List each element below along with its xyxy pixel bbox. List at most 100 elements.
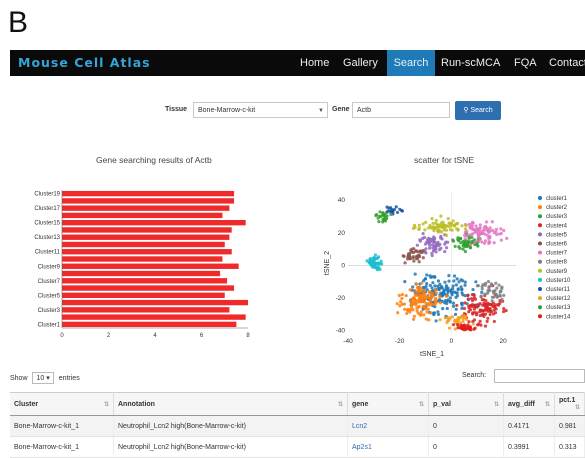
scatter-point [479,323,483,327]
nav-gallery[interactable]: Gallery [337,50,384,76]
scatter-point [463,283,467,287]
scatter-point [490,220,494,224]
scatter-point [500,285,504,289]
search-button[interactable]: ⚲ Search [455,101,501,120]
scatter-point [494,227,499,231]
scatter-point [492,291,496,295]
legend-label: cluster9 [546,269,568,275]
scatter-point [470,239,474,243]
chevron-down-icon: ▾ [46,375,50,382]
scatter-point [483,292,487,296]
x-tick-label: 2 [107,333,111,339]
tissue-select[interactable]: Bone-Marrow-c-kit ▼ [193,102,328,118]
scatter-point [446,316,450,320]
scatter-point [423,297,427,301]
scatter-point [440,286,444,290]
legend-marker [538,241,542,246]
column-header-gene[interactable]: gene ⇅ [347,392,429,416]
scatter-point [481,283,485,287]
scatter-point [484,220,489,224]
cell-pct1: 0.981 [554,415,585,437]
scatter-point [463,280,467,284]
scatter-point [423,242,428,246]
scatter-point [466,297,470,301]
scatter-point [424,284,428,288]
scatter-point [426,294,430,298]
column-header-p-val[interactable]: p_val ⇅ [428,392,504,416]
scatter-point [409,303,413,307]
table-search-input[interactable] [494,369,585,383]
column-header-cluster[interactable]: Cluster ⇅ [10,392,114,416]
column-header-annotation[interactable]: Annotation ⇅ [113,392,348,416]
column-header-pct1[interactable]: pct.1 ⇅ [554,392,585,416]
cell-avg-diff: 0.4171 [503,415,555,437]
scatter-point [438,294,442,299]
legend-marker [538,232,542,237]
column-header-avg-diff[interactable]: avg_diff ⇅ [503,392,555,416]
scatter-point [430,237,435,241]
scatter-point [407,254,412,258]
scatter-point [415,243,419,247]
cell-annotation: Neutrophil_Lcn2 high(Bone-Marrow-c-kit) [113,436,348,458]
scatter-point [487,302,491,306]
bar [62,190,235,197]
scatter-point [459,241,463,245]
scatter-point [468,242,472,246]
legend-label: cluster14 [546,314,571,320]
scatter-point [505,236,509,241]
nav-search[interactable]: Search [387,50,435,76]
scatter-point [450,228,454,232]
scatter-point [442,223,446,227]
y-tick-label: Cluster11 [35,250,61,256]
cell-gene-link[interactable]: Lcn2 [347,415,429,437]
entries-select[interactable]: 10 ▾ [32,372,54,384]
scatter-point [471,322,476,326]
scatter-point [399,300,403,304]
nav-fqa[interactable]: FQA [508,50,543,76]
legend-label: cluster11 [546,287,571,293]
entries-length-control: Show 10 ▾ entries [10,372,80,384]
legend-marker [538,268,542,273]
scatter-point [408,310,412,314]
scatter-point [421,256,425,260]
scatter-point [417,260,421,264]
scatter-point [480,231,484,236]
legend-label: cluster8 [546,260,568,266]
brand-logo[interactable]: Mouse Cell Atlas [18,55,151,70]
scatter-point [455,294,460,298]
cell-gene-link[interactable]: Ap2s1 [347,436,429,458]
scatter-point [434,243,438,248]
bar [62,314,246,320]
scatter-point [389,212,393,216]
scatter-point [454,307,458,311]
scatter-point [443,288,447,292]
nav-run-scmca[interactable]: Run-scMCA [435,50,506,76]
scatter-point [480,290,484,294]
y-tick-label: Cluster17 [34,206,60,212]
scatter-point [381,211,385,215]
table-row: Bone-Marrow-c-kit_1 Neutrophil_Lcn2 high… [10,436,585,458]
scatter-point [484,312,488,316]
scatter-point [427,240,431,245]
scatter-point [473,240,477,245]
scatter-point [420,296,424,300]
nav-home[interactable]: Home [294,50,335,76]
scatter-point [433,240,437,244]
legend-label: cluster6 [546,242,568,248]
table-search-control: Search: [462,372,486,379]
scatter-point [494,281,498,285]
scatter-point [444,294,448,298]
scatter-point [426,226,430,230]
scatter-point [379,214,383,219]
gene-input[interactable]: Actb [352,102,450,118]
scatter-point [438,282,442,286]
scatter-point [470,220,475,224]
scatter-point [468,246,473,250]
scatter-point [430,253,434,258]
scatter-point [486,280,491,284]
y-tick-label: Cluster15 [34,221,60,227]
nav-contact[interactable]: Contact [543,50,585,76]
cell-cluster: Bone-Marrow-c-kit_1 [10,415,114,437]
scatter-point [382,218,386,222]
scatter-point [390,208,394,212]
